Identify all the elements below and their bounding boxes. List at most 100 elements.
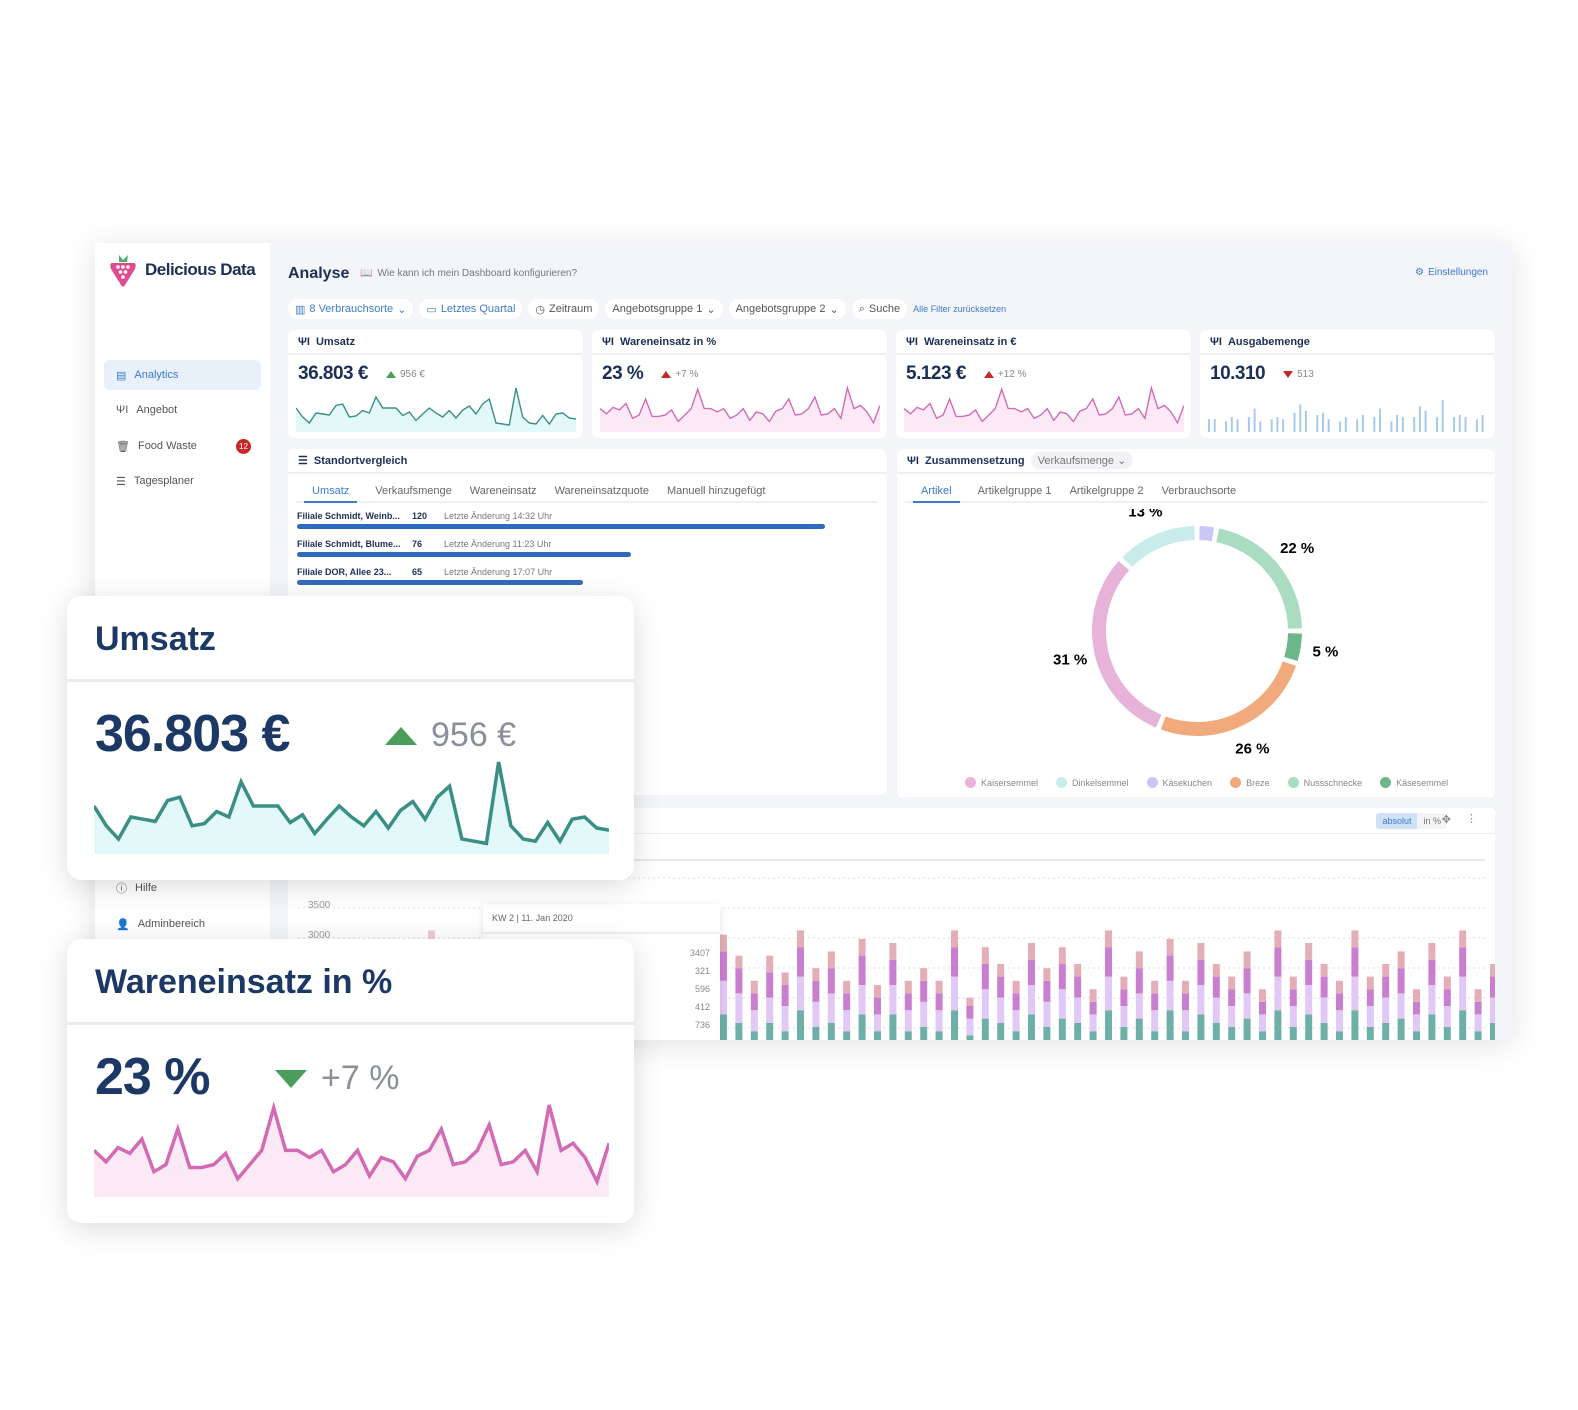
- card-title: Zusammensetzung: [924, 454, 1025, 467]
- tab-3[interactable]: Verbrauchsorte: [1162, 481, 1237, 501]
- bar-segment: [1413, 989, 1420, 1002]
- bar-segment: [1105, 930, 1112, 948]
- location-name: Filiale DOR, Allee 23...: [297, 567, 392, 577]
- trend-up-icon: [661, 370, 672, 378]
- filter-label: 8 Verbrauchsorte: [309, 303, 394, 315]
- legend-item[interactable]: Kaisersemmel: [965, 777, 1038, 788]
- slice-label: 22 %: [1280, 540, 1314, 557]
- group2-filter[interactable]: Angebotsgruppe 2 ⌄: [728, 299, 846, 319]
- bar-segment: [1305, 1014, 1313, 1040]
- sparkline-bar: [1282, 419, 1285, 432]
- bar-segment: [1382, 1022, 1390, 1040]
- filter-label: Zeitraum: [549, 303, 593, 315]
- filter-label: Suche: [868, 303, 901, 315]
- bar-segment: [1135, 968, 1143, 994]
- locations-filter[interactable]: ▥ 8 Verbrauchsorte ⌄: [288, 299, 414, 319]
- reset-filters-link[interactable]: Alle Filter zurücksetzen: [913, 304, 1006, 314]
- gear-icon: ⚙: [1414, 267, 1424, 278]
- table-row[interactable]: Filiale Schmidt, Blume... 76 Letzte Änderu…: [297, 539, 877, 557]
- bar-segment: [951, 976, 958, 1011]
- bar-segment: [1028, 1014, 1035, 1040]
- metric-select[interactable]: Verkaufsmenge ⌄: [1030, 452, 1134, 469]
- legend-item[interactable]: Dinkelsemmel: [1056, 777, 1129, 788]
- bar-segment: [1305, 985, 1313, 1015]
- sidebar-item-label: Hilfe: [135, 882, 158, 894]
- sparkline-bar: [1401, 417, 1404, 432]
- kpi-sparkline: [600, 385, 880, 432]
- bar-segment: [920, 1027, 928, 1040]
- bar-segment: [1243, 951, 1251, 969]
- page-title: Analyse: [288, 265, 350, 282]
- help-link[interactable]: 📖 Wie kann ich mein Dashboard konfigurier…: [360, 268, 577, 279]
- bar-segment: [1212, 976, 1220, 998]
- legend-item[interactable]: Breze: [1230, 777, 1270, 788]
- bar-segment: [935, 980, 943, 994]
- sparkline-area: [600, 388, 880, 432]
- sidebar-item-angebot[interactable]: ΨΙ Angebot: [104, 395, 261, 425]
- last-changed: Letzte Änderung 17:07 Uhr: [444, 567, 553, 577]
- kpi-card[interactable]: ΨΙ Wareneinsatz in € 5.123 € +12 %: [896, 330, 1190, 438]
- logo[interactable]: Delicious Data: [109, 253, 256, 287]
- bar-segment: [812, 968, 820, 981]
- legend-item[interactable]: Käsesemmel: [1380, 777, 1448, 788]
- clipboard-chart-icon: ▤: [116, 369, 127, 382]
- sidebar-item-tagesplaner[interactable]: ☰ Tagesplaner: [104, 466, 261, 496]
- umsatz-sparkline: [94, 761, 609, 854]
- tab-1[interactable]: Artikelgruppe 1: [978, 481, 1052, 501]
- bar-segment: [1397, 1018, 1405, 1040]
- tab-0[interactable]: Artikel: [913, 481, 960, 503]
- bar-segment: [1428, 959, 1436, 985]
- legend-label: Dinkelsemmel: [1072, 777, 1129, 788]
- legend-item[interactable]: Nussschnecke: [1287, 777, 1362, 788]
- bar-segment: [1058, 1018, 1066, 1040]
- bar-segment: [1135, 951, 1143, 969]
- kpi-card[interactable]: ΨΙ Ausgabemenge 10.310 513: [1200, 330, 1494, 438]
- kpi-card[interactable]: ΨΙ Umsatz 36.803 €956 €: [288, 330, 582, 438]
- settings-button[interactable]: ⚙ Einstellungen: [1415, 267, 1488, 278]
- legend-item[interactable]: Käsekuchen: [1146, 777, 1212, 788]
- bar-segment: [1428, 985, 1436, 1015]
- tab-1[interactable]: Verkaufsmenge: [375, 481, 451, 501]
- bar-segment: [720, 934, 727, 952]
- bar-segment: [874, 1014, 881, 1032]
- bar-segment: [1382, 964, 1390, 977]
- tab-2[interactable]: Artikelgruppe 2: [1070, 481, 1144, 501]
- bar-segment: [1074, 976, 1082, 998]
- search-button[interactable]: ⌕ Suche: [851, 299, 908, 319]
- bar-segment: [1012, 1010, 1020, 1032]
- bar-segment: [1413, 1014, 1420, 1032]
- range-filter[interactable]: ◷ Zeitraum: [528, 299, 600, 319]
- sidebar-item-adminbereich[interactable]: 👤 Adminbereich: [104, 909, 261, 939]
- sidebar-item-food-waste[interactable]: 🗑 Food Waste 12: [104, 431, 261, 461]
- tab-0[interactable]: Umsatz: [304, 481, 358, 503]
- bar-segment: [966, 1006, 974, 1019]
- sparkline-bar: [1259, 421, 1262, 432]
- table-row[interactable]: Filiale Schmidt, Weinb... 120 Letzte Änder…: [297, 511, 877, 529]
- bar-segment: [1320, 997, 1328, 1023]
- tab-3[interactable]: Wareneinsatzquote: [555, 481, 649, 501]
- period-filter[interactable]: ▭ Letztes Quartal: [419, 299, 523, 319]
- sidebar-item-analytics[interactable]: ▤ Analytics: [104, 360, 261, 390]
- legend-swatch: [1230, 777, 1242, 788]
- bar-segment: [1074, 964, 1082, 977]
- bar-segment: [750, 980, 758, 994]
- sparkline-bar: [1213, 419, 1216, 432]
- bar-segment: [812, 1027, 820, 1040]
- bar-segment: [1305, 943, 1313, 960]
- table-row[interactable]: Filiale DOR, Allee 23... 65 Letzte Änderun…: [297, 567, 877, 585]
- bar-segment: [1443, 1027, 1451, 1040]
- tab-2[interactable]: Wareneinsatz: [470, 481, 537, 501]
- bar-segment: [1212, 964, 1220, 977]
- kpi-card[interactable]: ΨΙ Wareneinsatz in % 23 % +7 %: [592, 330, 886, 438]
- tab-4[interactable]: Manuell hinzugefügt: [667, 481, 765, 501]
- group1-filter[interactable]: Angebotsgruppe 1 ⌄: [605, 299, 723, 319]
- bar-segment: [1397, 951, 1405, 969]
- bar-segment: [735, 993, 743, 1023]
- bar-segment: [1259, 989, 1266, 1002]
- bar-segment: [1274, 947, 1282, 977]
- tooltip-value: 321: [694, 966, 710, 976]
- settings-label: Einstellungen: [1427, 267, 1488, 278]
- bar-segment: [1259, 1014, 1266, 1032]
- bar-segment: [1490, 964, 1495, 977]
- location-value: 120: [412, 511, 428, 521]
